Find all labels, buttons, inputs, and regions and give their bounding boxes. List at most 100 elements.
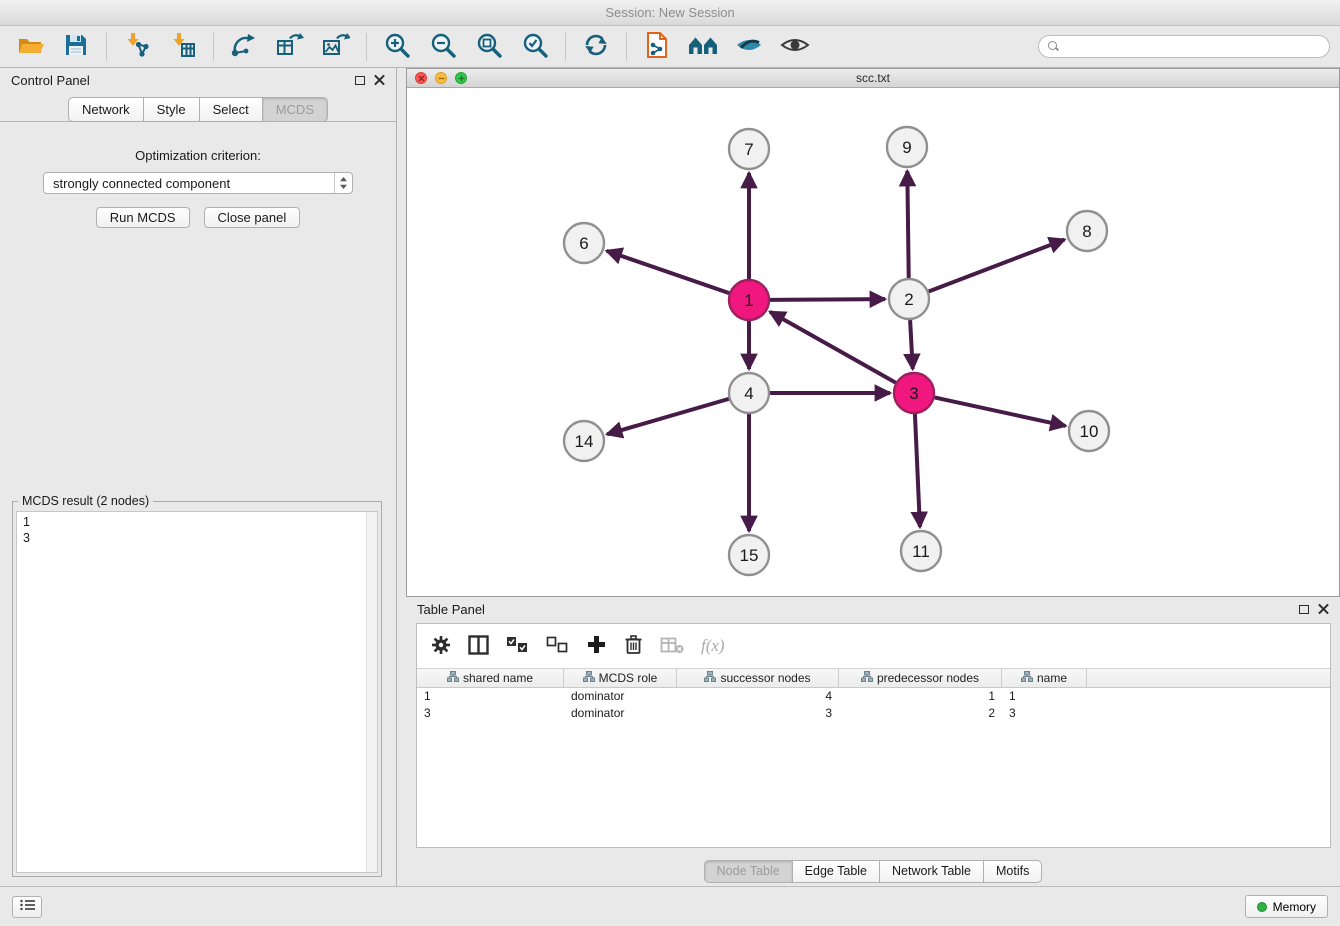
toolbar-separator [565, 33, 566, 61]
share-document-button[interactable] [637, 29, 677, 65]
save-session-button[interactable] [56, 29, 96, 65]
apply-function-button[interactable]: f(x) [701, 631, 725, 661]
graph-node-4[interactable]: 4 [729, 373, 769, 413]
graph-node-label: 2 [904, 290, 913, 309]
graph-edge-3-10[interactable] [935, 397, 1066, 425]
table-settings-button[interactable] [431, 631, 451, 661]
table-row[interactable]: 1dominator411 [417, 688, 1330, 705]
graph-edge-2-9[interactable] [907, 171, 908, 278]
export-image-button[interactable] [316, 29, 356, 65]
result-scrollbar[interactable] [366, 512, 377, 872]
tab-motifs[interactable]: Motifs [983, 860, 1042, 883]
graph-node-1[interactable]: 1 [729, 280, 769, 320]
table-panel-tabs: Node TableEdge TableNetwork TableMotifs [704, 860, 1043, 883]
graph-node-9[interactable]: 9 [887, 127, 927, 167]
network-canvas[interactable]: 7 9 6 8 1 2 4 3 14 10 15 11 [407, 89, 1339, 596]
close-panel-icon[interactable] [374, 75, 385, 86]
open-session-button[interactable] [10, 29, 50, 65]
mcds-buttons-row: Run MCDS Close panel [0, 207, 396, 228]
column-sort-icon [861, 671, 873, 685]
graph-node-14[interactable]: 14 [564, 421, 604, 461]
table-cell: dominator [564, 688, 677, 705]
split-columns-icon [468, 635, 489, 658]
show-columns-button[interactable] [468, 631, 489, 661]
memory-button[interactable]: Memory [1245, 895, 1328, 918]
tab-select[interactable]: Select [199, 97, 263, 122]
tab-network-table[interactable]: Network Table [879, 860, 984, 883]
graphics-details-button[interactable] [775, 29, 815, 65]
column-header-successor-nodes[interactable]: successor nodes [677, 669, 839, 687]
graph-node-8[interactable]: 8 [1067, 211, 1107, 251]
graph-node-label: 14 [575, 432, 594, 451]
style-preview-button[interactable] [729, 29, 769, 65]
graph-edge-4-14[interactable] [607, 399, 729, 434]
tab-mcds[interactable]: MCDS [262, 97, 328, 122]
search-box[interactable] [1038, 35, 1330, 58]
column-header-name[interactable]: name [1002, 669, 1087, 687]
graph-edge-3-11[interactable] [915, 414, 920, 527]
clone-table-button[interactable] [270, 29, 310, 65]
graph-node-15[interactable]: 15 [729, 535, 769, 575]
network-graph[interactable]: 7 9 6 8 1 2 4 3 14 10 15 11 [407, 89, 1339, 597]
refresh-view-button[interactable] [576, 29, 616, 65]
network-branch-icon [230, 32, 258, 61]
network-window-title: scc.txt [856, 71, 890, 85]
zoom-fit-button[interactable] [469, 29, 509, 65]
graph-node-2[interactable]: 2 [889, 279, 929, 319]
network-view-window: scc.txt 7 9 6 8 1 2 4 3 14 10 15 11 [406, 68, 1340, 597]
graph-edge-1-6[interactable] [607, 251, 729, 293]
column-header-shared-name[interactable]: shared name [417, 669, 564, 687]
network-from-selection-button[interactable] [224, 29, 264, 65]
zoom-in-button[interactable] [377, 29, 417, 65]
zoom-in-icon [383, 31, 411, 62]
graph-node-11[interactable]: 11 [901, 531, 941, 571]
zoom-out-button[interactable] [423, 29, 463, 65]
zoom-selected-button[interactable] [515, 29, 555, 65]
ndex-home-button[interactable] [683, 29, 723, 65]
tab-edge-table[interactable]: Edge Table [792, 860, 880, 883]
column-header-mcds-role[interactable]: MCDS role [564, 669, 677, 687]
tab-node-table[interactable]: Node Table [704, 860, 793, 883]
zoom-window-icon[interactable] [455, 72, 467, 84]
graph-edge-1-2[interactable] [770, 299, 885, 300]
graph-node-label: 11 [912, 542, 930, 561]
graph-edge-2-3[interactable] [910, 320, 913, 369]
close-panel-button[interactable]: Close panel [204, 207, 301, 228]
graph-node-label: 10 [1080, 422, 1099, 441]
table-cell: dominator [564, 705, 677, 722]
toolbar-separator [366, 33, 367, 61]
column-header-predecessor-nodes[interactable]: predecessor nodes [839, 669, 1002, 687]
close-table-panel-icon[interactable] [1318, 604, 1329, 615]
delete-row-button[interactable] [624, 631, 643, 661]
graph-node-6[interactable]: 6 [564, 223, 604, 263]
table-row[interactable]: 3dominator323 [417, 705, 1330, 722]
close-window-icon[interactable] [415, 72, 427, 84]
task-history-button[interactable] [12, 896, 42, 918]
select-all-button[interactable] [506, 631, 529, 661]
graph-node-3[interactable]: 3 [894, 373, 934, 413]
run-mcds-button[interactable]: Run MCDS [96, 207, 190, 228]
graph-node-label: 8 [1082, 222, 1091, 241]
mcds-result-title: MCDS result (2 nodes) [18, 494, 153, 508]
float-table-panel-icon[interactable] [1299, 605, 1309, 614]
graph-node-10[interactable]: 10 [1069, 411, 1109, 451]
import-table-button[interactable] [163, 29, 203, 65]
criterion-dropdown[interactable]: strongly connected component [43, 172, 353, 194]
deselect-all-button[interactable] [546, 631, 569, 661]
graph-edge-2-8[interactable] [929, 240, 1065, 292]
import-network-button[interactable] [117, 29, 157, 65]
delete-table-button[interactable] [660, 631, 684, 661]
minimize-window-icon[interactable] [435, 72, 447, 84]
graph-edge-3-1[interactable] [770, 312, 896, 383]
add-row-button[interactable] [586, 631, 607, 661]
zoom-fit-icon [475, 31, 503, 62]
graph-node-label: 3 [909, 384, 918, 403]
search-input[interactable] [1064, 40, 1320, 54]
search-icon [1048, 41, 1059, 52]
tab-network[interactable]: Network [68, 97, 144, 122]
float-panel-icon[interactable] [355, 76, 365, 85]
graph-node-7[interactable]: 7 [729, 129, 769, 169]
dropdown-arrows-icon [334, 173, 352, 193]
tab-style[interactable]: Style [143, 97, 200, 122]
task-list-icon [20, 899, 35, 914]
